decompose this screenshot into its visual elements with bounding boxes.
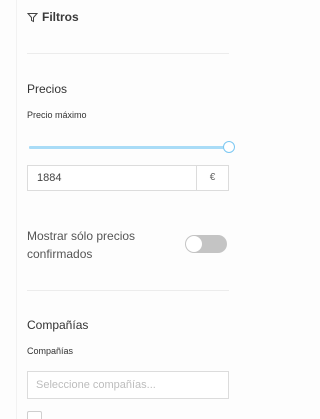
filters-panel: Filtros Precios Precio máximo 1884 € Mos… bbox=[0, 0, 275, 419]
confirmed-prices-label: Mostrar sólo precios confirmados bbox=[27, 229, 136, 261]
companies-select[interactable]: Seleccione compañías... bbox=[27, 371, 229, 399]
toggle-knob bbox=[186, 236, 202, 252]
funnel-icon bbox=[27, 12, 38, 23]
filters-header: Filtros bbox=[27, 10, 79, 24]
max-price-value[interactable]: 1884 bbox=[28, 166, 196, 190]
panel-edge-line bbox=[16, 0, 17, 419]
companies-section-title: Compañías bbox=[27, 318, 89, 332]
divider bbox=[27, 53, 229, 54]
max-price-label: Precio máximo bbox=[27, 110, 87, 120]
max-price-slider[interactable] bbox=[29, 141, 235, 153]
confirmed-prices-toggle[interactable] bbox=[185, 235, 227, 253]
slider-fill bbox=[29, 146, 229, 149]
currency-label: € bbox=[196, 166, 228, 190]
filters-title: Filtros bbox=[42, 10, 79, 24]
slider-thumb[interactable] bbox=[223, 141, 235, 153]
checkbox[interactable] bbox=[27, 411, 42, 419]
companies-label: Compañías bbox=[27, 346, 74, 356]
divider bbox=[27, 290, 229, 291]
prices-section-title: Precios bbox=[27, 82, 68, 96]
max-price-input[interactable]: 1884 € bbox=[27, 165, 229, 191]
